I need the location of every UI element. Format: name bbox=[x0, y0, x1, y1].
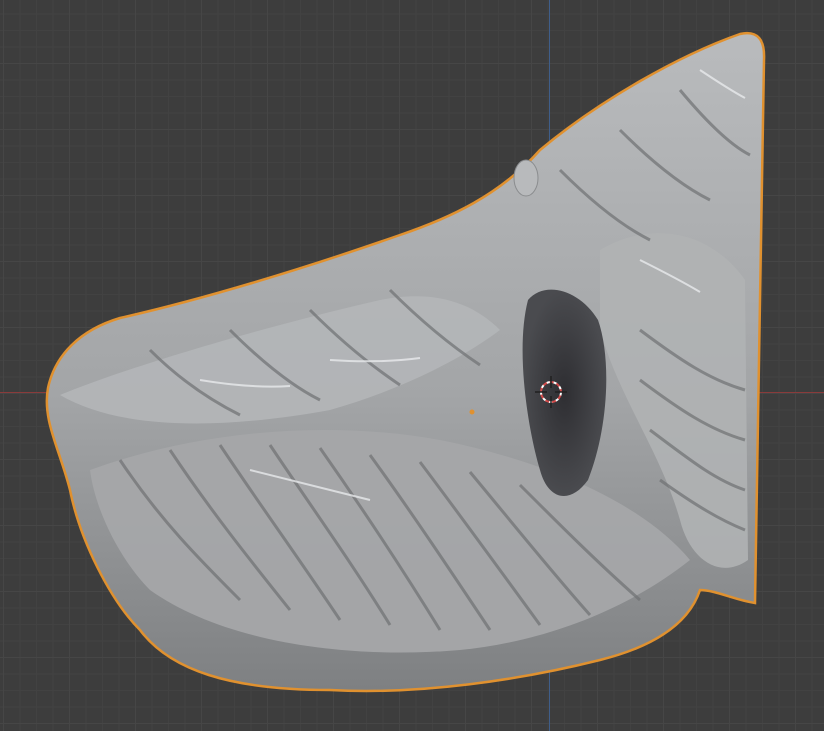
object-origin-dot bbox=[469, 409, 475, 415]
3d-viewport[interactable] bbox=[0, 0, 824, 731]
sculpt-object[interactable] bbox=[0, 0, 824, 731]
mesh-nub bbox=[513, 159, 539, 197]
